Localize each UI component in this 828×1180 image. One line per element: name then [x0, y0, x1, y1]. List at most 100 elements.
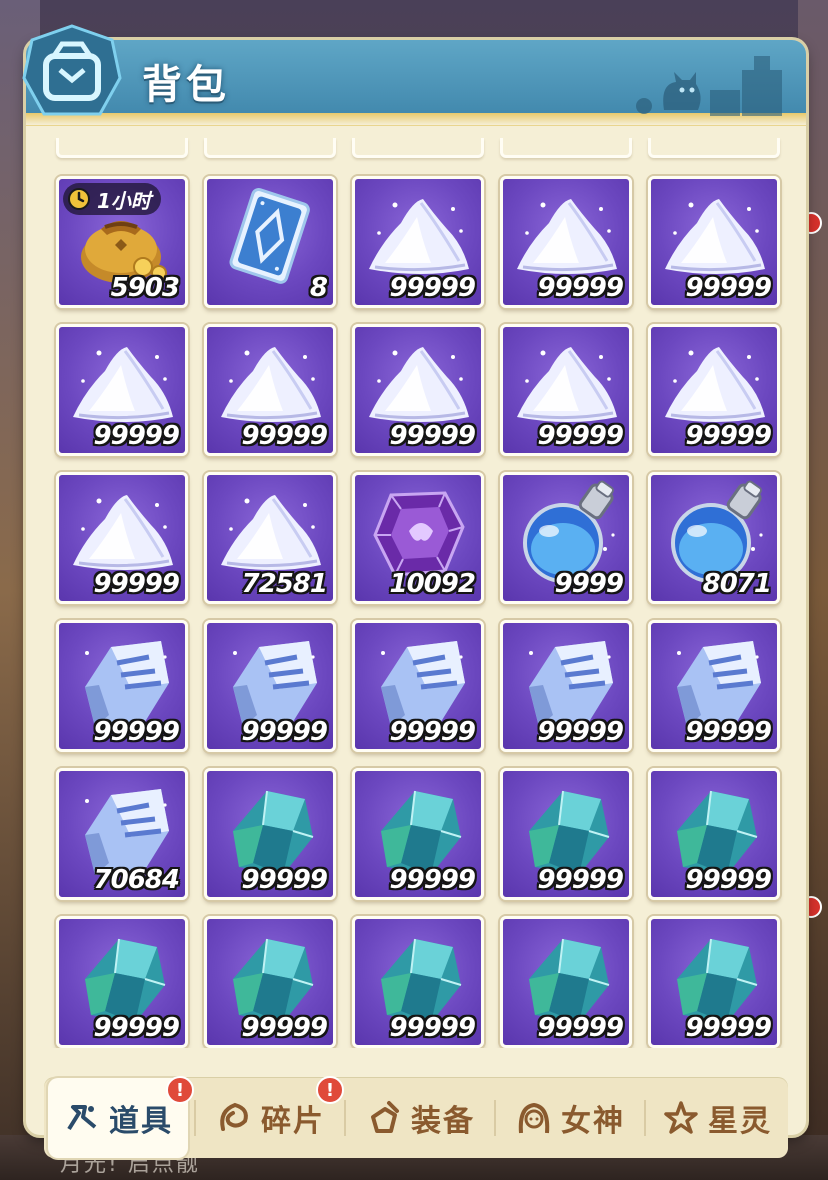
item-quantity: 8: [309, 273, 328, 303]
blue-potion-icon: [671, 480, 763, 583]
item-slot[interactable]: 99999: [648, 620, 780, 752]
item-slot[interactable]: 99999: [352, 916, 484, 1048]
item-slot[interactable]: 99999: [648, 324, 780, 456]
tab-equipment-label: 装备: [411, 1104, 475, 1139]
item-slot[interactable]: 99999: [352, 620, 484, 752]
item-slot[interactable]: 99999: [56, 620, 188, 752]
item-quantity: 72581: [241, 569, 328, 599]
item-slot[interactable]: 70684: [56, 768, 188, 900]
partial-item-slot[interactable]: [204, 138, 336, 158]
item-slot[interactable]: 72581: [204, 472, 336, 604]
clock-icon: [68, 188, 90, 210]
item-slot[interactable]: 99999: [648, 916, 780, 1048]
cat-decoration-icon: [636, 56, 782, 116]
white-crystal-pile-icon: [517, 199, 617, 274]
item-slot[interactable]: 99999: [500, 324, 632, 456]
tab-equipment[interactable]: 装备: [348, 1078, 492, 1158]
items-icon: [67, 1105, 97, 1131]
item-quantity: 99999: [389, 1013, 476, 1043]
teal-crystal-icon: [233, 938, 314, 1023]
category-tab-bar: 道具 ! 碎片 ! 装备 女神 星灵: [44, 1076, 788, 1158]
fragments-icon: [220, 1102, 248, 1131]
item-quantity: 10092: [389, 569, 476, 599]
white-crystal-pile-icon: [73, 347, 173, 422]
tab-items-label: 道具: [109, 1104, 173, 1139]
item-quantity: 5903: [110, 273, 180, 303]
item-slot[interactable]: 10092: [352, 472, 484, 604]
blue-card-icon: [229, 188, 310, 284]
item-slot[interactable]: 99999: [352, 176, 484, 308]
equipment-icon: [371, 1101, 399, 1133]
item-slot[interactable]: 99999: [56, 472, 188, 604]
item-quantity: 99999: [93, 717, 180, 747]
teal-crystal-icon: [529, 938, 610, 1023]
teal-crystal-icon: [529, 790, 610, 875]
item-quantity: 9999: [554, 569, 624, 599]
item-timer-text: 1小时: [97, 188, 151, 213]
item-slot[interactable]: 99999: [204, 916, 336, 1048]
item-slot[interactable]: 99999: [500, 620, 632, 752]
item-slot[interactable]: 99999: [500, 768, 632, 900]
item-slot[interactable]: 99999: [56, 324, 188, 456]
item-quantity: 99999: [537, 1013, 624, 1043]
item-quantity: 99999: [685, 421, 772, 451]
tab-fragments-alert-badge: !: [316, 1076, 344, 1104]
item-quantity: 99999: [685, 865, 772, 895]
ice-ore-icon: [85, 641, 169, 727]
page-title: 背包: [142, 62, 230, 108]
item-quantity: 99999: [389, 865, 476, 895]
ice-ore-icon: [381, 641, 465, 727]
item-quantity: 99999: [537, 717, 624, 747]
partial-item-slot[interactable]: [352, 138, 484, 158]
tab-fragments-label: 碎片: [261, 1104, 325, 1139]
item-quantity: 99999: [389, 421, 476, 451]
ice-ore-icon: [677, 641, 761, 727]
item-slot[interactable]: 99999: [204, 324, 336, 456]
tab-items-alert-badge: !: [166, 1076, 194, 1104]
item-quantity: 99999: [93, 1013, 180, 1043]
teal-crystal-icon: [381, 938, 462, 1023]
ice-ore-icon: [233, 641, 317, 727]
tab-goddess-label: 女神: [561, 1104, 625, 1139]
item-slot[interactable]: 99999: [56, 916, 188, 1048]
item-slot[interactable]: 99999: [204, 768, 336, 900]
item-quantity: 99999: [389, 717, 476, 747]
item-quantity: 99999: [537, 865, 624, 895]
item-slot[interactable]: 99999: [352, 324, 484, 456]
teal-crystal-icon: [233, 790, 314, 875]
partial-item-slot[interactable]: [56, 138, 188, 158]
item-slot[interactable]: 99999: [500, 916, 632, 1048]
tab-star-spirit-label: 星灵: [708, 1104, 772, 1139]
item-slot[interactable]: 99999: [500, 176, 632, 308]
white-crystal-pile-icon: [665, 199, 765, 274]
item-slot[interactable]: 99999: [648, 768, 780, 900]
backpack-emblem-icon: [22, 24, 122, 116]
item-slot[interactable]: 99999: [648, 176, 780, 308]
item-quantity: 99999: [93, 569, 180, 599]
item-quantity: 99999: [241, 1013, 328, 1043]
item-slot[interactable]: 8: [204, 176, 336, 308]
teal-crystal-icon: [677, 938, 758, 1023]
item-slot[interactable]: 1小时 5903: [56, 176, 188, 308]
item-slot[interactable]: 8071: [648, 472, 780, 604]
teal-crystal-icon: [85, 938, 166, 1023]
item-quantity: 99999: [241, 865, 328, 895]
item-slot[interactable]: 99999: [204, 620, 336, 752]
partial-item-slot[interactable]: [500, 138, 632, 158]
white-crystal-pile-icon: [221, 495, 321, 570]
partial-item-slot[interactable]: [648, 138, 780, 158]
star-spirit-icon: [664, 1101, 698, 1134]
partial-row-above: [50, 138, 786, 160]
item-slot[interactable]: 99999: [352, 768, 484, 900]
white-crystal-pile-icon: [369, 347, 469, 422]
item-quantity: 99999: [685, 717, 772, 747]
item-slot[interactable]: 9999: [500, 472, 632, 604]
teal-crystal-icon: [381, 790, 462, 875]
tab-goddess[interactable]: 女神: [498, 1078, 642, 1158]
purple-gem-icon: [373, 491, 465, 577]
tab-divider: [494, 1100, 496, 1136]
ice-ore-icon: [85, 789, 169, 875]
item-quantity: 70684: [93, 865, 180, 895]
tab-divider: [194, 1100, 196, 1136]
tab-star-spirit[interactable]: 星灵: [648, 1078, 786, 1158]
